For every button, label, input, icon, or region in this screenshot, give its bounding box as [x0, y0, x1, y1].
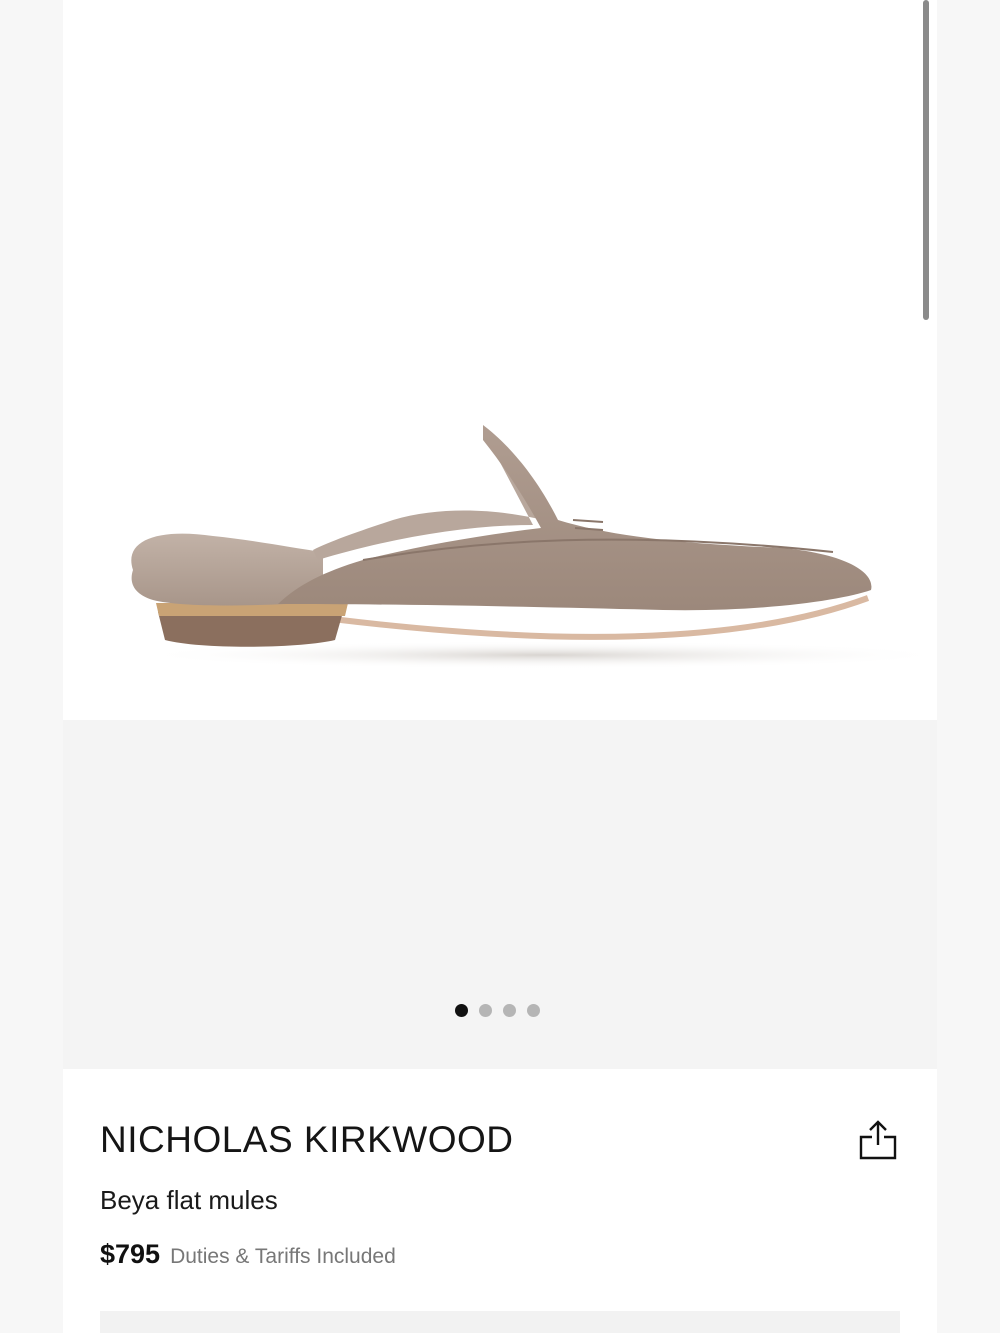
- carousel-pagination[interactable]: [455, 1004, 540, 1017]
- shoe-illustration: [131, 425, 937, 669]
- product-page: NICHOLAS KIRKWOOD Beya flat mules $795 D…: [63, 0, 937, 1333]
- brand-name[interactable]: NICHOLAS KIRKWOOD: [100, 1119, 514, 1161]
- product-image[interactable]: [63, 0, 937, 720]
- product-info: NICHOLAS KIRKWOOD Beya flat mules $795 D…: [63, 1069, 937, 1333]
- carousel-dot-1[interactable]: [455, 1004, 468, 1017]
- share-icon[interactable]: [856, 1119, 900, 1163]
- size-selector-bar[interactable]: [100, 1311, 900, 1333]
- carousel-dot-4[interactable]: [527, 1004, 540, 1017]
- scrollbar[interactable]: [923, 0, 929, 320]
- carousel-dot-3[interactable]: [503, 1004, 516, 1017]
- product-name: Beya flat mules: [100, 1185, 278, 1215]
- price: $795: [100, 1239, 161, 1269]
- price-row: $795 Duties & Tariffs Included: [100, 1239, 396, 1270]
- carousel-dot-2[interactable]: [479, 1004, 492, 1017]
- duties-note: Duties & Tariffs Included: [170, 1245, 396, 1268]
